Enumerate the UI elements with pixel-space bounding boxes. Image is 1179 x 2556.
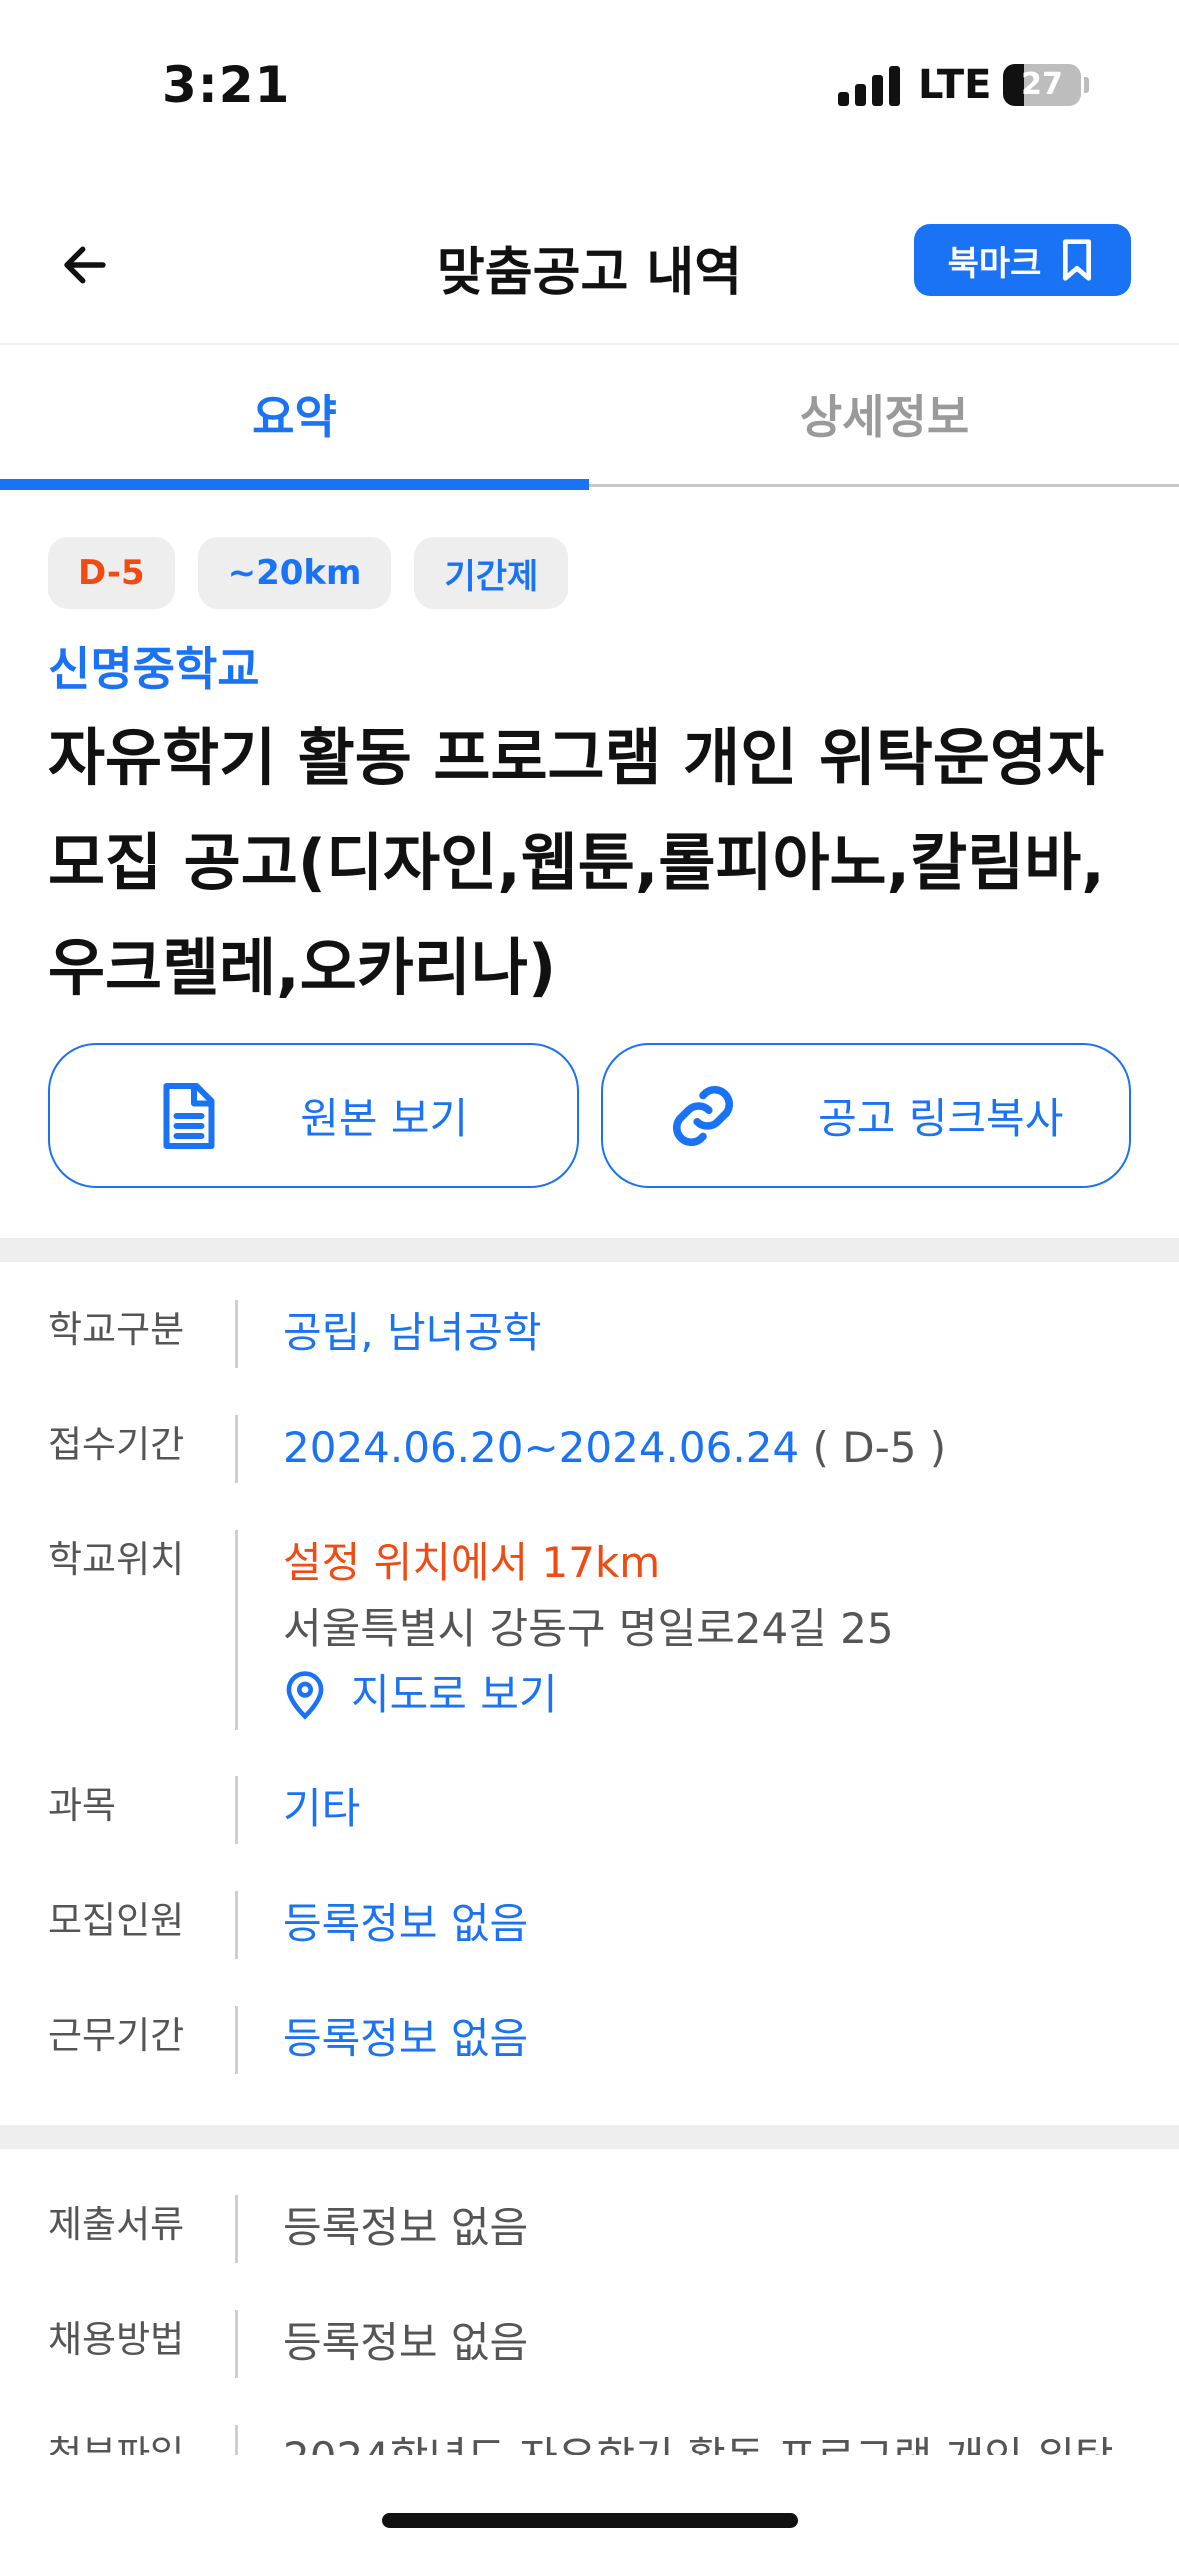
info-label: 채용방법: [48, 2318, 185, 2361]
info-row-work-period: 근무기간 등록정보 없음: [0, 2006, 1179, 2121]
battery-tip: [1084, 77, 1089, 93]
action-buttons: 원본 보기 공고 링크복사: [48, 1043, 1131, 1188]
battery-icon: 27: [1003, 64, 1081, 106]
row-separator: [235, 2195, 238, 2263]
info-row-subject: 과목 기타: [0, 1776, 1179, 1891]
tag-chips: D-5 ~20km 기간제: [48, 537, 569, 609]
app-header: 맞춤공고 내역 북마크: [0, 200, 1179, 345]
network-label: LTE: [918, 62, 992, 108]
info-label: 근무기간: [48, 2014, 185, 2057]
row-separator: [235, 1300, 238, 1368]
info-row-period: 접수기간 2024.06.20~2024.06.24 ( D-5 ): [0, 1415, 1179, 1530]
tab-bar: 요약 상세정보: [0, 347, 1179, 490]
subject-value: 기타: [283, 1784, 361, 1833]
row-separator: [235, 1530, 238, 1730]
row-separator: [235, 1891, 238, 1959]
school-name: 신명중학교: [48, 642, 260, 696]
info-label: 학교구분: [48, 1308, 185, 1351]
bookmark-button[interactable]: 북마크: [914, 224, 1131, 296]
view-original-label: 원본 보기: [300, 1094, 469, 1143]
tab-summary[interactable]: 요약: [0, 347, 589, 490]
period-value: 2024.06.20~2024.06.24 ( D-5 ): [283, 1415, 946, 1530]
location-distance: 설정 위치에서 17km: [283, 1538, 661, 1587]
info-row-location: 학교위치 설정 위치에서 17km 서울특별시 강동구 명일로24길 25 지도…: [0, 1530, 1179, 1776]
info-row-hiring: 채용방법 등록정보 없음: [0, 2310, 1179, 2425]
tab-details[interactable]: 상세정보: [590, 347, 1179, 487]
copy-link-label: 공고 링크복사: [818, 1094, 1064, 1143]
info-label: 접수기간: [48, 1423, 185, 1466]
documents-value: 등록정보 없음: [283, 2195, 528, 2310]
school-type-value: 공립, 남녀공학: [283, 1308, 542, 1357]
row-separator: [235, 1415, 238, 1483]
location-address: 서울특별시 강동구 명일로24길 25: [283, 1604, 894, 1653]
info-label: 모집인원: [48, 1899, 185, 1942]
info-row-documents: 제출서류 등록정보 없음: [0, 2195, 1179, 2310]
distance-chip: ~20km: [197, 537, 392, 609]
employment-type-chip: 기간제: [414, 537, 569, 609]
signal-icon: [838, 66, 900, 106]
battery-percent: 27: [1021, 67, 1063, 102]
period-dday: ( D-5 ): [812, 1423, 947, 1472]
link-icon: [673, 1085, 734, 1146]
info-label: 제출서류: [48, 2203, 185, 2246]
document-icon: [163, 1082, 215, 1149]
location-value: 설정 위치에서 17km 서울특별시 강동구 명일로24길 25 지도로 보기: [283, 1530, 894, 1776]
bookmark-label: 북마크: [947, 243, 1042, 284]
section-divider: [0, 2125, 1179, 2149]
map-link[interactable]: 지도로 보기: [283, 1662, 894, 1728]
bottom-safe-area: [0, 2455, 1179, 2556]
recruit-value: 등록정보 없음: [283, 1899, 529, 1948]
row-separator: [235, 2006, 238, 2074]
location-pin-icon: [286, 1671, 324, 1720]
info-label: 학교위치: [48, 1538, 185, 1581]
documents-text: 등록정보 없음: [283, 2203, 529, 2252]
row-separator: [235, 1776, 238, 1844]
map-link-label: 지도로 보기: [351, 1670, 558, 1719]
work-period-value: 등록정보 없음: [283, 2014, 529, 2063]
row-separator: [235, 2310, 238, 2378]
status-time: 3:21: [162, 56, 291, 114]
copy-link-button[interactable]: 공고 링크복사: [600, 1043, 1131, 1188]
period-dates: 2024.06.20~2024.06.24: [283, 1423, 800, 1472]
info-label: 과목: [48, 1784, 117, 1827]
dday-chip: D-5: [48, 537, 175, 609]
info-row-school-type: 학교구분 공립, 남녀공학: [0, 1300, 1179, 1415]
bookmark-icon: [1063, 239, 1092, 281]
post-title: 자유학기 활동 프로그램 개인 위탁운영자 모집 공고(디자인,웹툰,롤피아노,…: [48, 721, 1105, 1004]
info-section-basic: 학교구분 공립, 남녀공학 접수기간 2024.06.20~2024.06.24…: [0, 1300, 1179, 2121]
home-indicator[interactable]: [382, 2513, 798, 2528]
info-row-recruit: 모집인원 등록정보 없음: [0, 1891, 1179, 2006]
section-divider: [0, 1238, 1179, 1262]
view-original-button[interactable]: 원본 보기: [48, 1043, 579, 1188]
hiring-value: 등록정보 없음: [283, 2310, 528, 2425]
hiring-text: 등록정보 없음: [283, 2318, 529, 2367]
status-bar: 3:21 LTE 27: [0, 0, 1179, 170]
